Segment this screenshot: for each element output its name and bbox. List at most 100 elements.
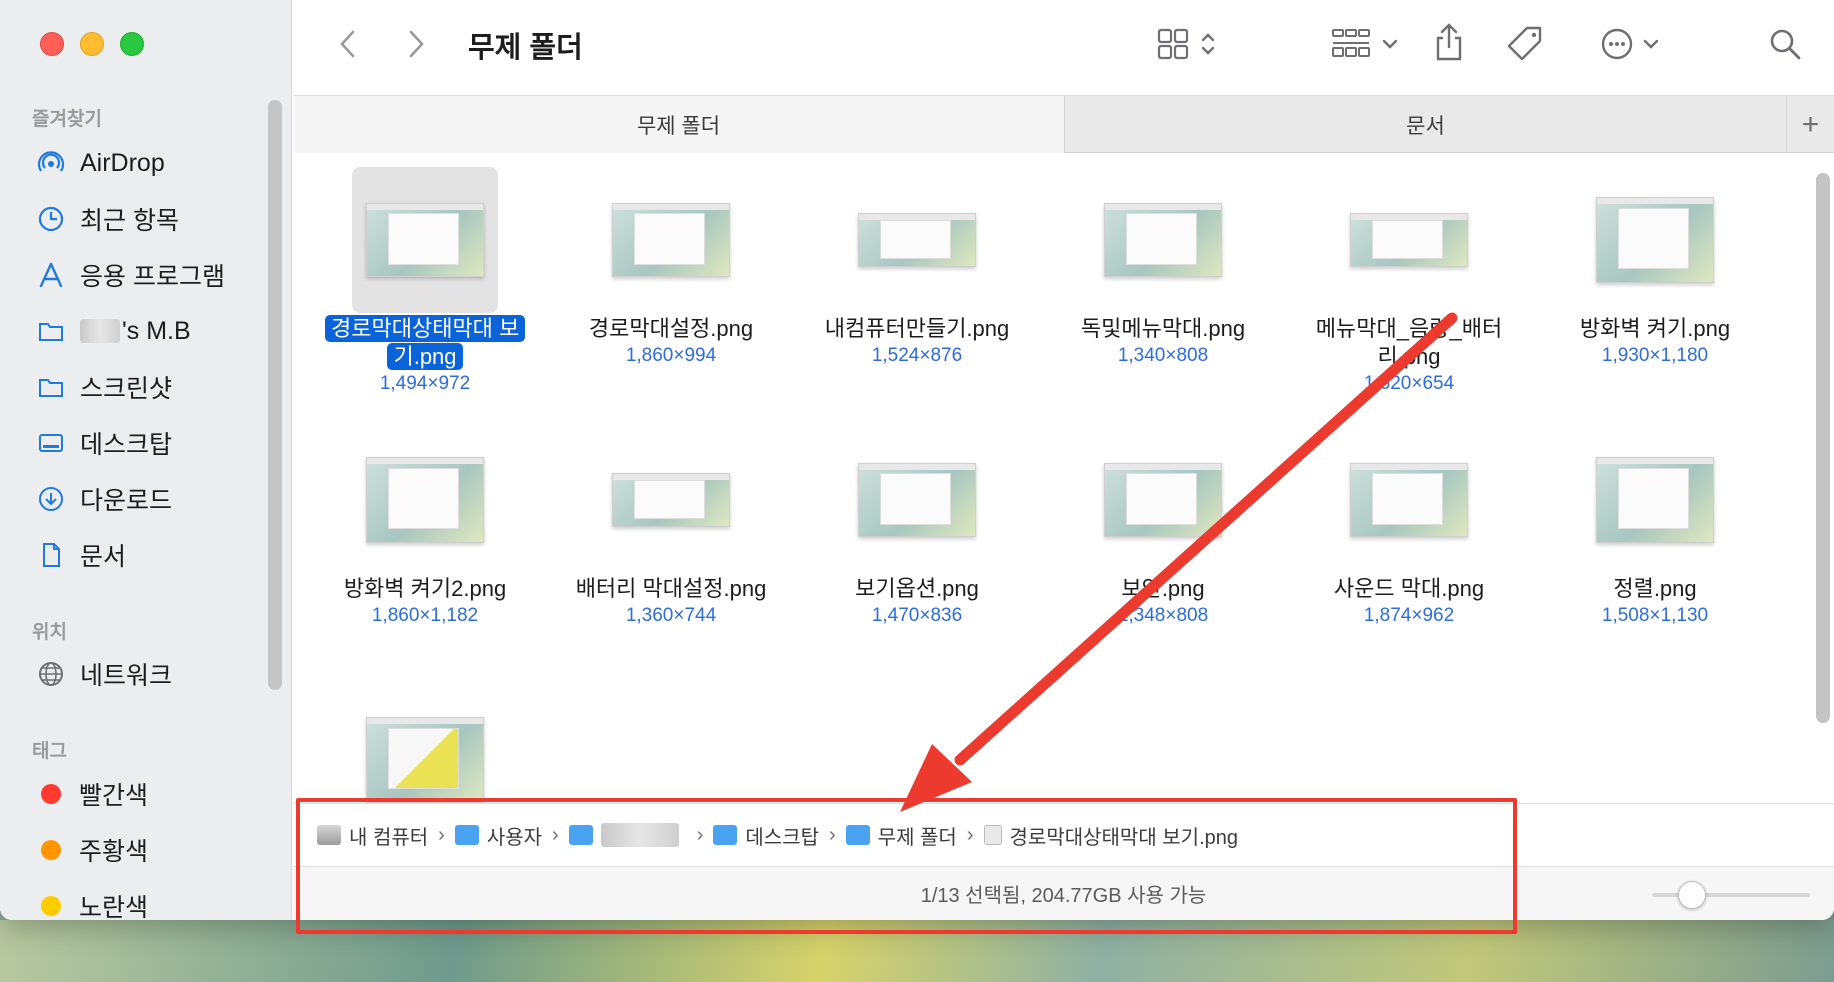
file-item[interactable]: 사운드 막대.png 1,874×962 [1289,427,1529,627]
file-thumbnail-frame[interactable] [352,427,498,573]
file-name[interactable]: 배터리 막대설정.png [576,575,767,603]
desktop-icon [36,428,66,458]
path-crumb-home[interactable] [568,823,687,847]
tab-untitled-folder[interactable]: 무제 폴더 [293,96,1065,153]
clock-icon [36,204,66,234]
file-item[interactable]: 정렬.png 1,508×1,130 [1535,427,1775,627]
more-actions-button[interactable] [1593,24,1667,64]
sidebar-item-documents[interactable]: 문서 [36,535,276,575]
sidebar-item-tag-orange[interactable]: 주황색 [36,830,276,870]
file-thumbnail-frame[interactable] [1336,427,1482,573]
file-name[interactable]: 방화벽 켜기2.png [344,575,506,603]
file-thumbnail-frame[interactable] [1582,427,1728,573]
folder-icon [845,825,870,845]
file-item[interactable]: 보기옵션.png 1,470×836 [797,427,1037,627]
locations-header: 위치 [32,622,67,643]
path-crumb-file[interactable]: 경로막대상태막대 보기.png [983,821,1238,850]
file-item[interactable]: 배터리 막대설정.png 1,360×744 [551,427,791,627]
tag-button[interactable] [1503,22,1547,66]
search-button[interactable] [1765,24,1805,64]
file-thumbnail [1350,213,1468,267]
file-thumbnail-frame[interactable] [1090,167,1236,313]
sidebar-item-tag-red[interactable]: 빨간색 [36,774,276,814]
group-button[interactable] [1323,24,1407,64]
new-tab-button[interactable]: + [1786,96,1834,153]
hard-drive-icon [317,825,341,845]
slider-track [1652,893,1810,897]
slider-knob[interactable] [1678,881,1706,909]
path-bar: 내 컴퓨터 › 사용자 › › 데스크탑 › 무제 폴더 › 경로막대상태막대 … [293,803,1834,866]
path-crumb-users[interactable]: 사용자 [454,821,542,850]
file-name-text: 배터리 막대설정.png [575,576,767,601]
file-thumbnail-frame[interactable] [1090,427,1236,573]
file-name[interactable]: 메뉴막대_음량_배터리.png [1309,315,1509,371]
file-grid: 경로막대상태막대 보기.png 1,494×972 경로막대설정.png 1,860×… [293,153,1834,803]
sidebar-item-downloads[interactable]: 다운로드 [36,479,276,519]
finder-window: 즐겨찾기 AirDrop 최근 항목 응용 프로그램 's M.B 스크린샷 데… [0,0,1834,920]
file-thumbnail-frame[interactable] [844,167,990,313]
path-crumb-untitled-folder[interactable]: 무제 폴더 [845,821,957,850]
file-item[interactable]: 메뉴막대_음량_배터리.png 1,620×654 [1289,167,1529,395]
sidebar-item-screenshots[interactable]: 스크린샷 [36,367,276,407]
file-name[interactable]: 보기옵션.png [855,575,979,603]
ellipsis-circle-icon [1601,28,1633,60]
sidebar-item-label: 주황색 [79,838,149,866]
share-button[interactable] [1429,20,1469,64]
file-dimensions: 1,360×744 [625,605,717,626]
file-item[interactable]: 보안.png 1,348×808 [1043,427,1283,627]
sidebar-item-home[interactable]: 's M.B [36,311,276,351]
path-crumb-label: 데스크탑 [745,826,819,849]
file-thumbnail-frame[interactable] [598,427,744,573]
sidebar-item-network[interactable]: 네트워크 [36,654,276,694]
content-scrollbar[interactable] [1816,173,1830,723]
minimize-button[interactable] [80,32,104,56]
file-name[interactable]: 정렬.png [1613,575,1696,603]
file-thumbnail-frame[interactable] [1582,167,1728,313]
sidebar-item-desktop[interactable]: 데스크탑 [36,423,276,463]
path-crumb-label: 내 컴퓨터 [349,826,429,849]
file-item[interactable]: 방화벽 켜기.png 1,930×1,180 [1535,167,1775,367]
icon-size-slider[interactable] [1652,881,1810,909]
file-dimensions: 1,494×972 [379,373,471,394]
view-mode-button[interactable] [1149,24,1225,64]
sidebar-item-label: 다운로드 [80,487,173,515]
tab-documents[interactable]: 문서 [1065,96,1786,153]
orange-tag-dot [41,840,61,860]
file-dimensions: 1,348×808 [1117,605,1209,626]
download-icon [36,484,66,514]
file-item[interactable]: 내컴퓨터만들기.png 1,524×876 [797,167,1037,367]
file-item[interactable]: 방화벽 켜기2.png 1,860×1,182 [305,427,545,627]
file-name[interactable]: 방화벽 켜기.png [1580,315,1730,343]
sidebar-item-airdrop[interactable]: AirDrop [36,143,276,183]
file-name[interactable]: 보안.png [1121,575,1204,603]
file-name[interactable]: 독및메뉴막대.png [1081,315,1245,343]
file-item[interactable]: 경로막대상태막대 보기.png 1,494×972 [305,167,545,395]
file-thumbnail-frame[interactable] [844,427,990,573]
tag-icon [1507,26,1542,61]
sidebar-item-label: 문서 [80,543,127,571]
sidebar: 즐겨찾기 AirDrop 최근 항목 응용 프로그램 's M.B 스크린샷 데… [0,0,292,920]
close-button[interactable] [40,32,64,56]
path-separator-icon: › [438,823,445,846]
path-crumb-desktop[interactable]: 데스크탑 [713,821,819,850]
file-thumbnail-frame[interactable] [352,167,498,313]
users-folder-icon [454,825,479,845]
file-name[interactable]: 경로막대설정.png [589,315,753,343]
file-name[interactable]: 경로막대상태막대 보기.png [325,315,526,371]
path-crumb-computer[interactable]: 내 컴퓨터 [317,821,428,850]
file-thumbnail-frame[interactable] [1336,167,1482,313]
file-name[interactable]: 사운드 막대.png [1334,575,1484,603]
zoom-button[interactable] [120,32,144,56]
back-button[interactable] [333,26,363,62]
sidebar-item-tag-yellow[interactable]: 노란색 [36,886,276,920]
file-item[interactable]: 경로막대설정.png 1,860×994 [551,167,791,367]
file-item[interactable]: 독및메뉴막대.png 1,340×808 [1043,167,1283,367]
file-name[interactable]: 내컴퓨터만들기.png [825,315,1010,343]
file-thumbnail [858,213,976,267]
sidebar-item-label: 스크린샷 [80,375,173,403]
sidebar-scrollbar[interactable] [268,100,282,690]
sidebar-item-recents[interactable]: 최근 항목 [36,199,276,239]
file-thumbnail-frame[interactable] [598,167,744,313]
sidebar-item-applications[interactable]: 응용 프로그램 [36,255,276,295]
forward-button[interactable] [401,26,431,62]
